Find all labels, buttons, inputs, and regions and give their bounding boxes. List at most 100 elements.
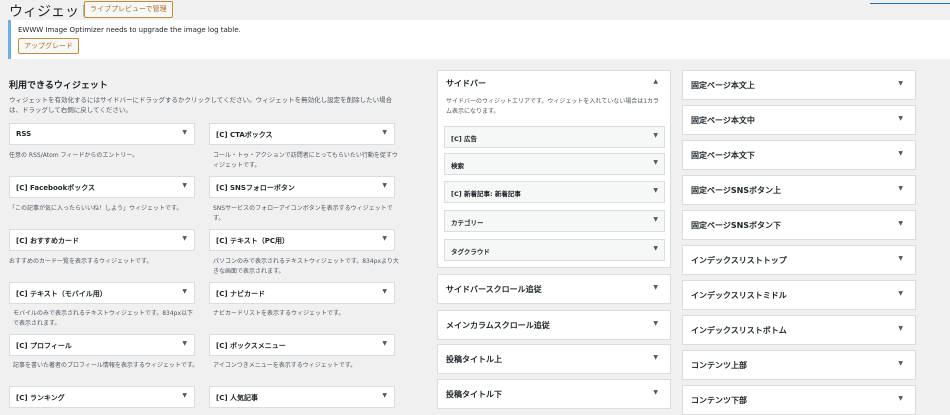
widget-description: ナビカードリストを表示するウィジェットです。 xyxy=(213,310,345,317)
caret-down-icon: ▼ xyxy=(898,360,903,367)
caret-down-icon: ▼ xyxy=(653,132,658,139)
widget-text-pc[interactable]: [C] テキスト（PC用） ▼ xyxy=(209,229,395,251)
area-label: 投稿タイトル上 xyxy=(446,355,502,364)
area-label: コンテンツ下部 xyxy=(691,396,747,405)
area-index-list-middle[interactable]: インデックスリストミドル ▼ xyxy=(682,280,916,310)
caret-down-icon: ▼ xyxy=(653,284,658,291)
area-label: 投稿タイトル下 xyxy=(446,390,502,399)
caret-down-icon: ▼ xyxy=(182,340,187,347)
caret-down-icon: ▼ xyxy=(898,220,903,227)
widget-label: [C] ボックスメニュー xyxy=(216,342,286,350)
top-right-link[interactable] xyxy=(870,0,950,4)
widget-description: コール・トゥ・アクションで訪問者にとってもらいたい行動を促すウィジェットです。 xyxy=(213,152,398,169)
widget-label: [C] SNSフォローボタン xyxy=(216,184,295,192)
widget-navi-card[interactable]: [C] ナビカード ▼ xyxy=(209,282,395,304)
caret-down-icon: ▼ xyxy=(382,340,387,347)
sidebar-widget-categories[interactable]: カテゴリー ▼ xyxy=(444,210,665,232)
available-widgets-title: 利用できるウィジェット xyxy=(9,81,108,91)
widget-recommend-card[interactable]: [C] おすすめカード ▼ xyxy=(9,229,195,251)
widget-label: タグクラウド xyxy=(451,248,490,256)
widget-label: RSS xyxy=(16,130,32,138)
caret-down-icon: ▼ xyxy=(898,150,903,157)
widget-text-mobile[interactable]: [C] テキスト（モバイル用） ▼ xyxy=(9,282,195,304)
area-index-list-bottom[interactable]: インデックスリストボトム ▼ xyxy=(682,315,916,345)
area-label: 固定ページ本文中 xyxy=(691,116,755,125)
sidebar-widget-new-posts[interactable]: [C] 新着記事: 新着記事 ▼ xyxy=(444,181,665,203)
area-page-sns-top[interactable]: 固定ページSNSボタン上 ▼ xyxy=(682,175,916,205)
upgrade-notice: EWWW Image Optimizer needs to upgrade th… xyxy=(8,20,950,59)
caret-down-icon: ▼ xyxy=(898,325,903,332)
widget-facebook-box[interactable]: [C] Facebookボックス ▼ xyxy=(9,176,195,198)
widget-description: SNSサービスのフォローアイコンボタンを表示するウィジェットです。 xyxy=(213,205,393,222)
widget-rss[interactable]: RSS ▼ xyxy=(9,123,195,145)
area-label: 固定ページ本文上 xyxy=(691,81,755,90)
widget-label: [C] 広告 xyxy=(451,135,477,143)
widget-label: [C] Facebookボックス xyxy=(16,184,96,192)
area-label: 固定ページ本文下 xyxy=(691,151,755,160)
widget-profile[interactable]: [C] プロフィール ▼ xyxy=(9,334,195,356)
area-content-top[interactable]: コンテンツ上部 ▼ xyxy=(682,350,916,380)
widget-label: [C] ナビカード xyxy=(216,290,265,298)
upgrade-button[interactable]: アップグレード xyxy=(18,38,79,54)
caret-down-icon: ▼ xyxy=(653,354,658,361)
caret-down-icon: ▼ xyxy=(182,182,187,189)
caret-down-icon: ▼ xyxy=(898,115,903,122)
widget-description: 任意の RSS/Atom フィードからのエントリー。 xyxy=(9,152,139,159)
caret-down-icon: ▼ xyxy=(182,288,187,295)
caret-down-icon: ▼ xyxy=(382,235,387,242)
caret-down-icon: ▼ xyxy=(653,245,658,252)
area-page-body-middle[interactable]: 固定ページ本文中 ▼ xyxy=(682,105,916,135)
caret-down-icon: ▼ xyxy=(382,182,387,189)
caret-down-icon: ▼ xyxy=(653,187,658,194)
sidebar-area-title[interactable]: サイドバー xyxy=(446,78,486,89)
caret-down-icon: ▼ xyxy=(898,80,903,87)
widget-label: [C] テキスト（モバイル用） xyxy=(16,290,107,298)
sidebar-area-description: サイドバーのウィジットエリアです。ウィジェットを入れていない場合は1カラム表示に… xyxy=(446,98,660,115)
area-above-post-title[interactable]: 投稿タイトル上 ▼ xyxy=(437,344,671,374)
widget-label: 検索 xyxy=(451,162,464,170)
area-index-list-top[interactable]: インデックスリストトップ ▼ xyxy=(682,245,916,275)
caret-down-icon: ▼ xyxy=(182,129,187,136)
area-page-sns-bottom[interactable]: 固定ページSNSボタン下 ▼ xyxy=(682,210,916,240)
area-label: コンテンツ上部 xyxy=(691,361,747,370)
area-content-bottom[interactable]: コンテンツ下部 ▼ xyxy=(682,385,916,415)
sidebar-widget-tag-cloud[interactable]: タグクラウド ▼ xyxy=(444,239,665,261)
sidebar-widget-area: サイドバー ▲ サイドバーのウィジットエリアです。ウィジェットを入れていない場合… xyxy=(437,70,671,268)
area-main-column-scroll-follow[interactable]: メインカラムスクロール追従 ▼ xyxy=(437,310,671,340)
live-preview-button[interactable]: ライブプレビューで管理 xyxy=(84,1,173,18)
caret-down-icon: ▼ xyxy=(898,290,903,297)
sidebar-widget-search[interactable]: 検索 ▼ xyxy=(444,153,665,175)
widget-ranking[interactable]: [C] ランキング ▼ xyxy=(9,386,195,408)
widget-label: [C] 新着記事: 新着記事 xyxy=(451,190,521,198)
widget-cta-box[interactable]: [C] CTAボックス ▼ xyxy=(209,123,395,145)
notice-text: EWWW Image Optimizer needs to upgrade th… xyxy=(18,26,241,34)
area-page-body-bottom[interactable]: 固定ページ本文下 ▼ xyxy=(682,140,916,170)
widget-description: アイコンつきメニューを表示するウィジェットです。 xyxy=(213,362,357,369)
area-label: 固定ページSNSボタン上 xyxy=(691,186,782,195)
area-sidebar-scroll-follow[interactable]: サイドバースクロール追従 ▼ xyxy=(437,274,671,304)
area-label: メインカラムスクロール追従 xyxy=(446,321,550,330)
widget-box-menu[interactable]: [C] ボックスメニュー ▼ xyxy=(209,334,395,356)
caret-up-icon[interactable]: ▲ xyxy=(653,78,658,85)
available-widgets-description: ウィジェットを有効化するにはサイドバーにドラッグするかクリックしてください。ウィ… xyxy=(9,96,393,114)
area-label: インデックスリストトップ xyxy=(691,256,787,265)
area-page-body-top[interactable]: 固定ページ本文上 ▼ xyxy=(682,70,916,100)
widget-label: [C] 人気記事 xyxy=(216,394,258,402)
caret-down-icon: ▼ xyxy=(653,320,658,327)
widget-sns-follow[interactable]: [C] SNSフォローボタン ▼ xyxy=(209,176,395,198)
widget-label: [C] おすすめカード xyxy=(16,237,79,245)
widget-popular-posts[interactable]: [C] 人気記事 ▼ xyxy=(209,386,395,408)
widget-label: [C] ランキング xyxy=(16,394,65,402)
area-below-post-title[interactable]: 投稿タイトル下 ▼ xyxy=(437,379,671,409)
widget-label: [C] CTAボックス xyxy=(216,131,273,139)
area-label: インデックスリストボトム xyxy=(691,326,787,335)
caret-down-icon: ▼ xyxy=(653,389,658,396)
widget-description: 「この記事が気に入ったらいいね！しよう」ウィジェットです。 xyxy=(9,205,183,212)
sidebar-widget-ad[interactable]: [C] 広告 ▼ xyxy=(444,126,665,148)
widget-description: おすすめのカード一覧を表示するウィジェットです。 xyxy=(9,258,153,265)
widget-description: 記事を書いた著者のプロフィール情報を表示するウィジェットです。 xyxy=(13,362,199,369)
caret-down-icon: ▼ xyxy=(382,392,387,399)
widget-label: [C] テキスト（PC用） xyxy=(216,237,290,245)
caret-down-icon: ▼ xyxy=(382,288,387,295)
caret-down-icon: ▼ xyxy=(653,159,658,166)
